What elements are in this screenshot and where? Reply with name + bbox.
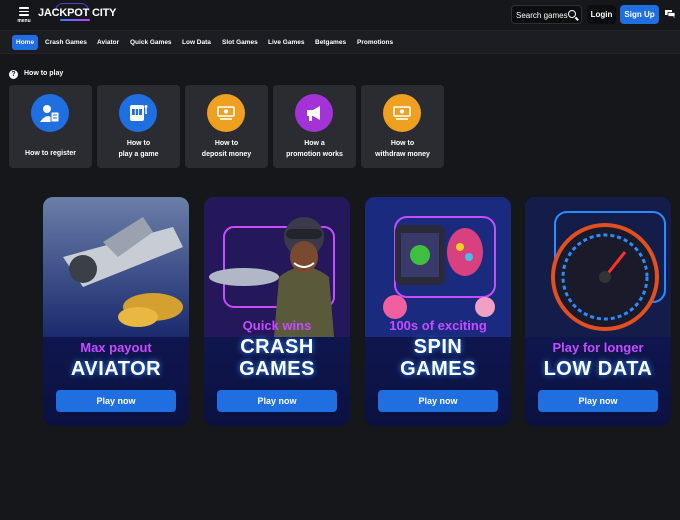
money-out-icon	[383, 94, 421, 132]
card-label-line2: withdraw money	[375, 151, 430, 158]
promo-spin-games[interactable]: 100s of exciting SPIN GAMES Play now	[365, 197, 511, 426]
search-input[interactable]: Search games	[511, 5, 582, 24]
promo-aviator[interactable]: Max payout AVIATOR Play now	[43, 197, 189, 426]
card-label-line1: How to	[126, 140, 151, 147]
promo-subtitle: Play for longer	[552, 340, 644, 355]
slot-machine-art	[365, 197, 511, 337]
nav-item-aviator[interactable]: Aviator	[97, 35, 119, 50]
promo-subtitle: 100s of exciting	[389, 318, 487, 333]
card-label-line2: deposit money	[201, 151, 252, 158]
promo-crash-games[interactable]: Quick wins CRASH GAMES Play now	[204, 197, 350, 426]
logo[interactable]: JACKPOT CITY	[38, 7, 116, 19]
nav-item-home[interactable]: Home	[12, 35, 39, 50]
promo-title-line1: CRASH	[240, 336, 314, 358]
nav-item-betgames[interactable]: Betgames	[315, 35, 346, 50]
card-label: How to register	[25, 150, 76, 157]
slot-machine-icon	[119, 94, 157, 132]
card-label-line2: promotion works	[286, 151, 343, 158]
card-label-line1: How to	[390, 140, 415, 147]
promo-subtitle: Max payout	[80, 340, 152, 355]
speedometer-art	[525, 197, 671, 337]
promo-title-line2: GAMES	[400, 358, 476, 380]
airplane-art	[43, 197, 189, 337]
login-button[interactable]: Login	[587, 5, 616, 24]
card-label-line2: play a game	[118, 151, 159, 158]
nav-item-live-games[interactable]: Live Games	[268, 35, 305, 50]
logo-wave	[60, 19, 90, 21]
promo-title: LOW DATA	[543, 358, 653, 380]
howto-card-deposit[interactable]: How to deposit money	[185, 85, 268, 168]
help-icon: ?	[9, 70, 18, 79]
promo-subtitle: Quick wins	[242, 318, 312, 333]
megaphone-icon	[295, 94, 333, 132]
search-icon[interactable]	[568, 10, 576, 18]
nav-item-crash-games[interactable]: Crash Games	[45, 35, 87, 50]
card-label-line1: How to	[214, 140, 239, 147]
howto-card-promotion[interactable]: How a promotion works	[273, 85, 356, 168]
nav-item-slot-games[interactable]: Slot Games	[222, 35, 258, 50]
promo-title: AVIATOR	[70, 358, 162, 380]
play-now-button[interactable]: Play now	[56, 390, 176, 412]
signup-button[interactable]: Sign Up	[620, 5, 659, 24]
howto-card-register[interactable]: How to register	[9, 85, 92, 168]
hamburger-icon	[19, 7, 29, 16]
nav-item-low-data[interactable]: Low Data	[182, 35, 211, 50]
how-to-play-heading: How to play	[24, 70, 64, 77]
card-label-line1: How a	[304, 140, 325, 147]
promo-title-line2: GAMES	[239, 358, 315, 380]
chat-icon[interactable]	[665, 10, 675, 18]
play-now-button[interactable]: Play now	[378, 390, 498, 412]
nav-item-quick-games[interactable]: Quick Games	[130, 35, 172, 50]
promo-low-data[interactable]: Play for longer LOW DATA Play now	[525, 197, 671, 426]
search-placeholder: Search games	[516, 11, 568, 20]
howto-card-play[interactable]: How to play a game	[97, 85, 180, 168]
category-nav: Home Crash Games Aviator Quick Games Low…	[0, 30, 680, 54]
promo-title-line1: SPIN	[413, 336, 463, 358]
nav-item-promotions[interactable]: Promotions	[357, 35, 393, 50]
pilot-art	[204, 197, 350, 337]
howto-card-withdraw[interactable]: How to withdraw money	[361, 85, 444, 168]
play-now-button[interactable]: Play now	[538, 390, 658, 412]
play-now-button[interactable]: Play now	[217, 390, 337, 412]
menu-label: menu	[17, 17, 31, 24]
user-document-icon	[31, 94, 69, 132]
header: menu JACKPOT CITY Search games Login Sig…	[0, 0, 680, 30]
menu-button[interactable]: menu	[14, 6, 34, 24]
money-in-icon	[207, 94, 245, 132]
